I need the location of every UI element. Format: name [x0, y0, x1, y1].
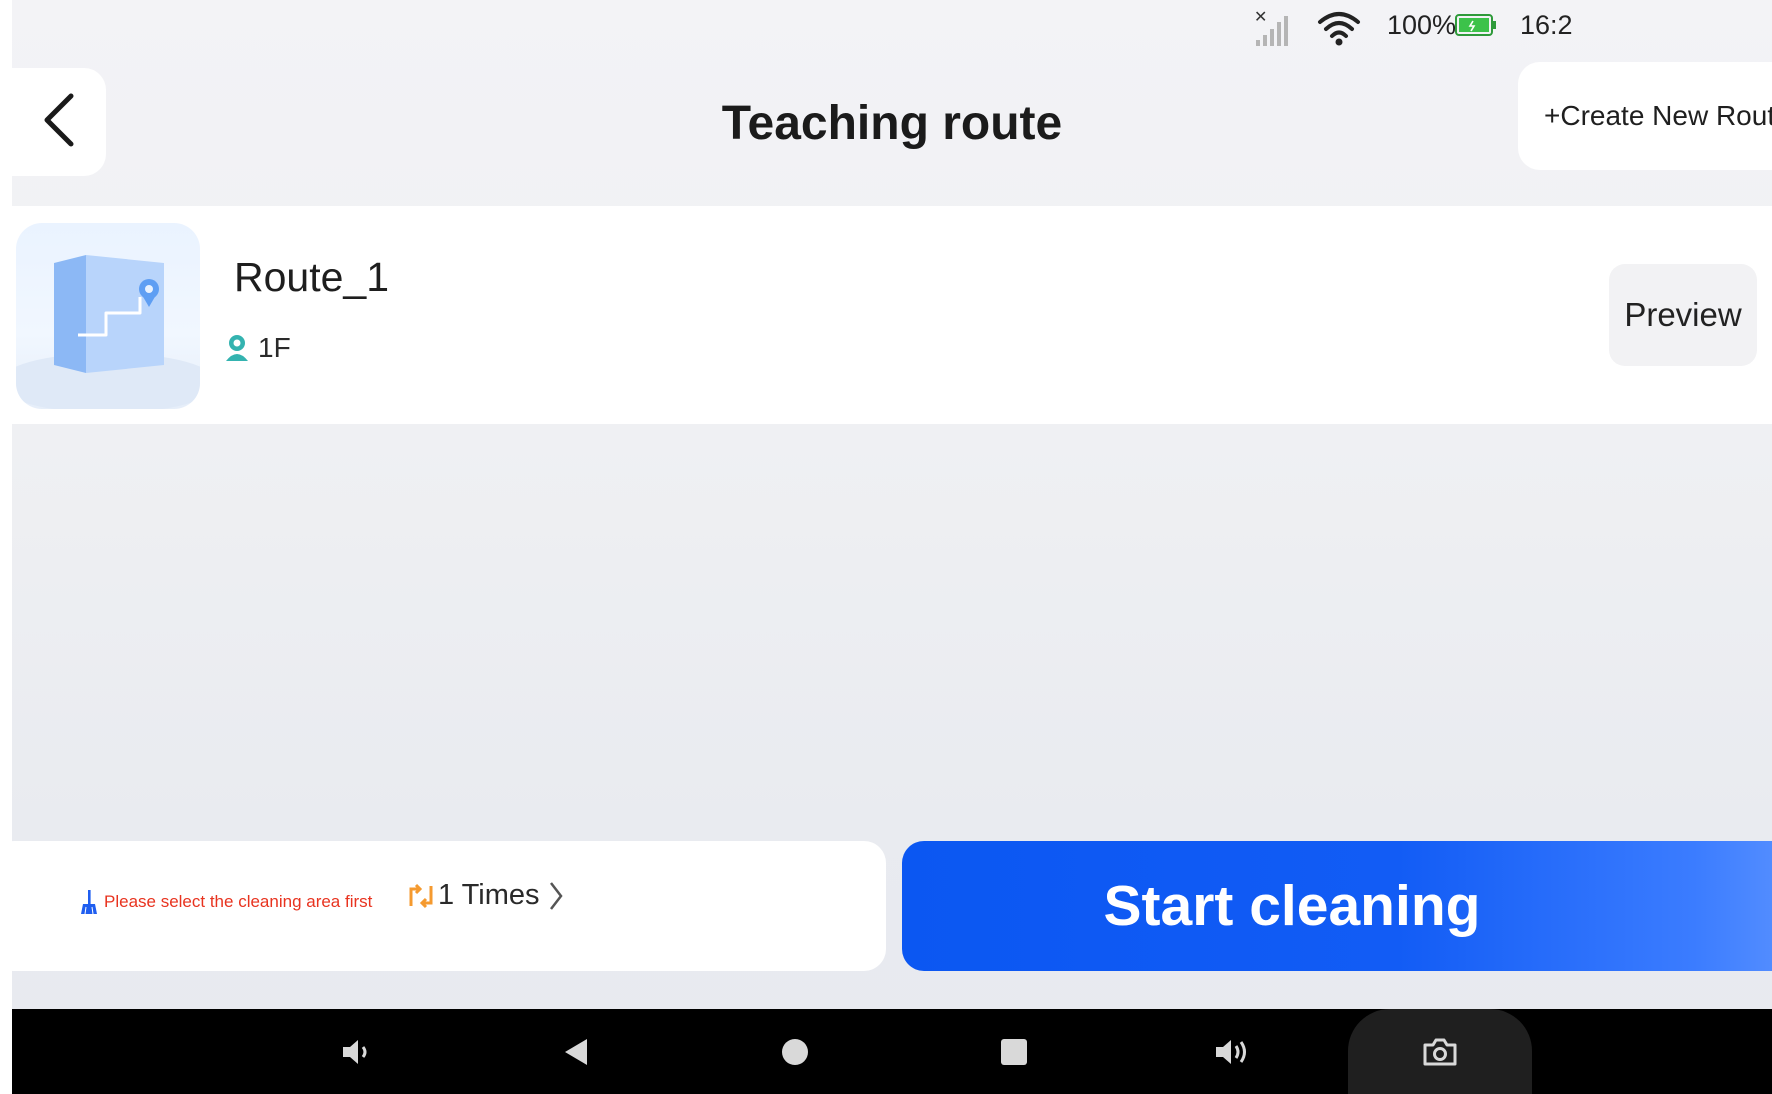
cleaning-area-hint[interactable]: Please select the cleaning area first [78, 888, 372, 916]
volume-down-icon[interactable] [312, 1009, 402, 1094]
system-nav-bar [12, 1009, 1772, 1094]
repeat-times-selector[interactable]: 1 Times [408, 879, 564, 912]
repeat-icon [408, 882, 434, 910]
battery-percent: 100% [1387, 10, 1457, 40]
teaching-route-screen: ✕ 100% 16:2 Teaching route +Create New R… [12, 0, 1772, 1094]
floor-label: 1F [258, 332, 291, 363]
start-cleaning-button[interactable]: Start cleaning [902, 841, 1772, 971]
preview-button[interactable]: Preview [1609, 264, 1757, 366]
route-floor: 1F [224, 332, 291, 364]
location-pin-icon [224, 333, 250, 363]
route-map-icon [16, 223, 200, 409]
status-bar: ✕ 100% 16:2 [12, 0, 1772, 52]
times-value: 1 Times [438, 879, 540, 911]
screenshot-button[interactable] [1348, 1009, 1532, 1094]
back-icon[interactable] [531, 1009, 621, 1094]
create-new-route-button[interactable]: +Create New Route [1518, 62, 1772, 170]
volume-up-icon[interactable] [1188, 1009, 1278, 1094]
cleaning-options-panel: Please select the cleaning area first 1 … [12, 841, 886, 971]
no-signal-icon: ✕ [1252, 8, 1294, 48]
route-name: Route_1 [234, 254, 390, 300]
wifi-icon [1317, 8, 1361, 46]
svg-text:✕: ✕ [1254, 8, 1267, 26]
home-icon[interactable] [750, 1009, 840, 1094]
clock: 16:2 [1520, 10, 1573, 40]
chevron-right-icon [548, 880, 564, 912]
battery-icon [1455, 13, 1497, 37]
broom-icon [78, 888, 100, 916]
camera-icon [1422, 1037, 1458, 1067]
hint-text: Please select the cleaning area first [104, 892, 373, 911]
recents-icon[interactable] [969, 1009, 1059, 1094]
route-list-item[interactable]: Route_1 1F Preview [12, 206, 1772, 424]
page-title: Teaching route [721, 97, 1063, 150]
